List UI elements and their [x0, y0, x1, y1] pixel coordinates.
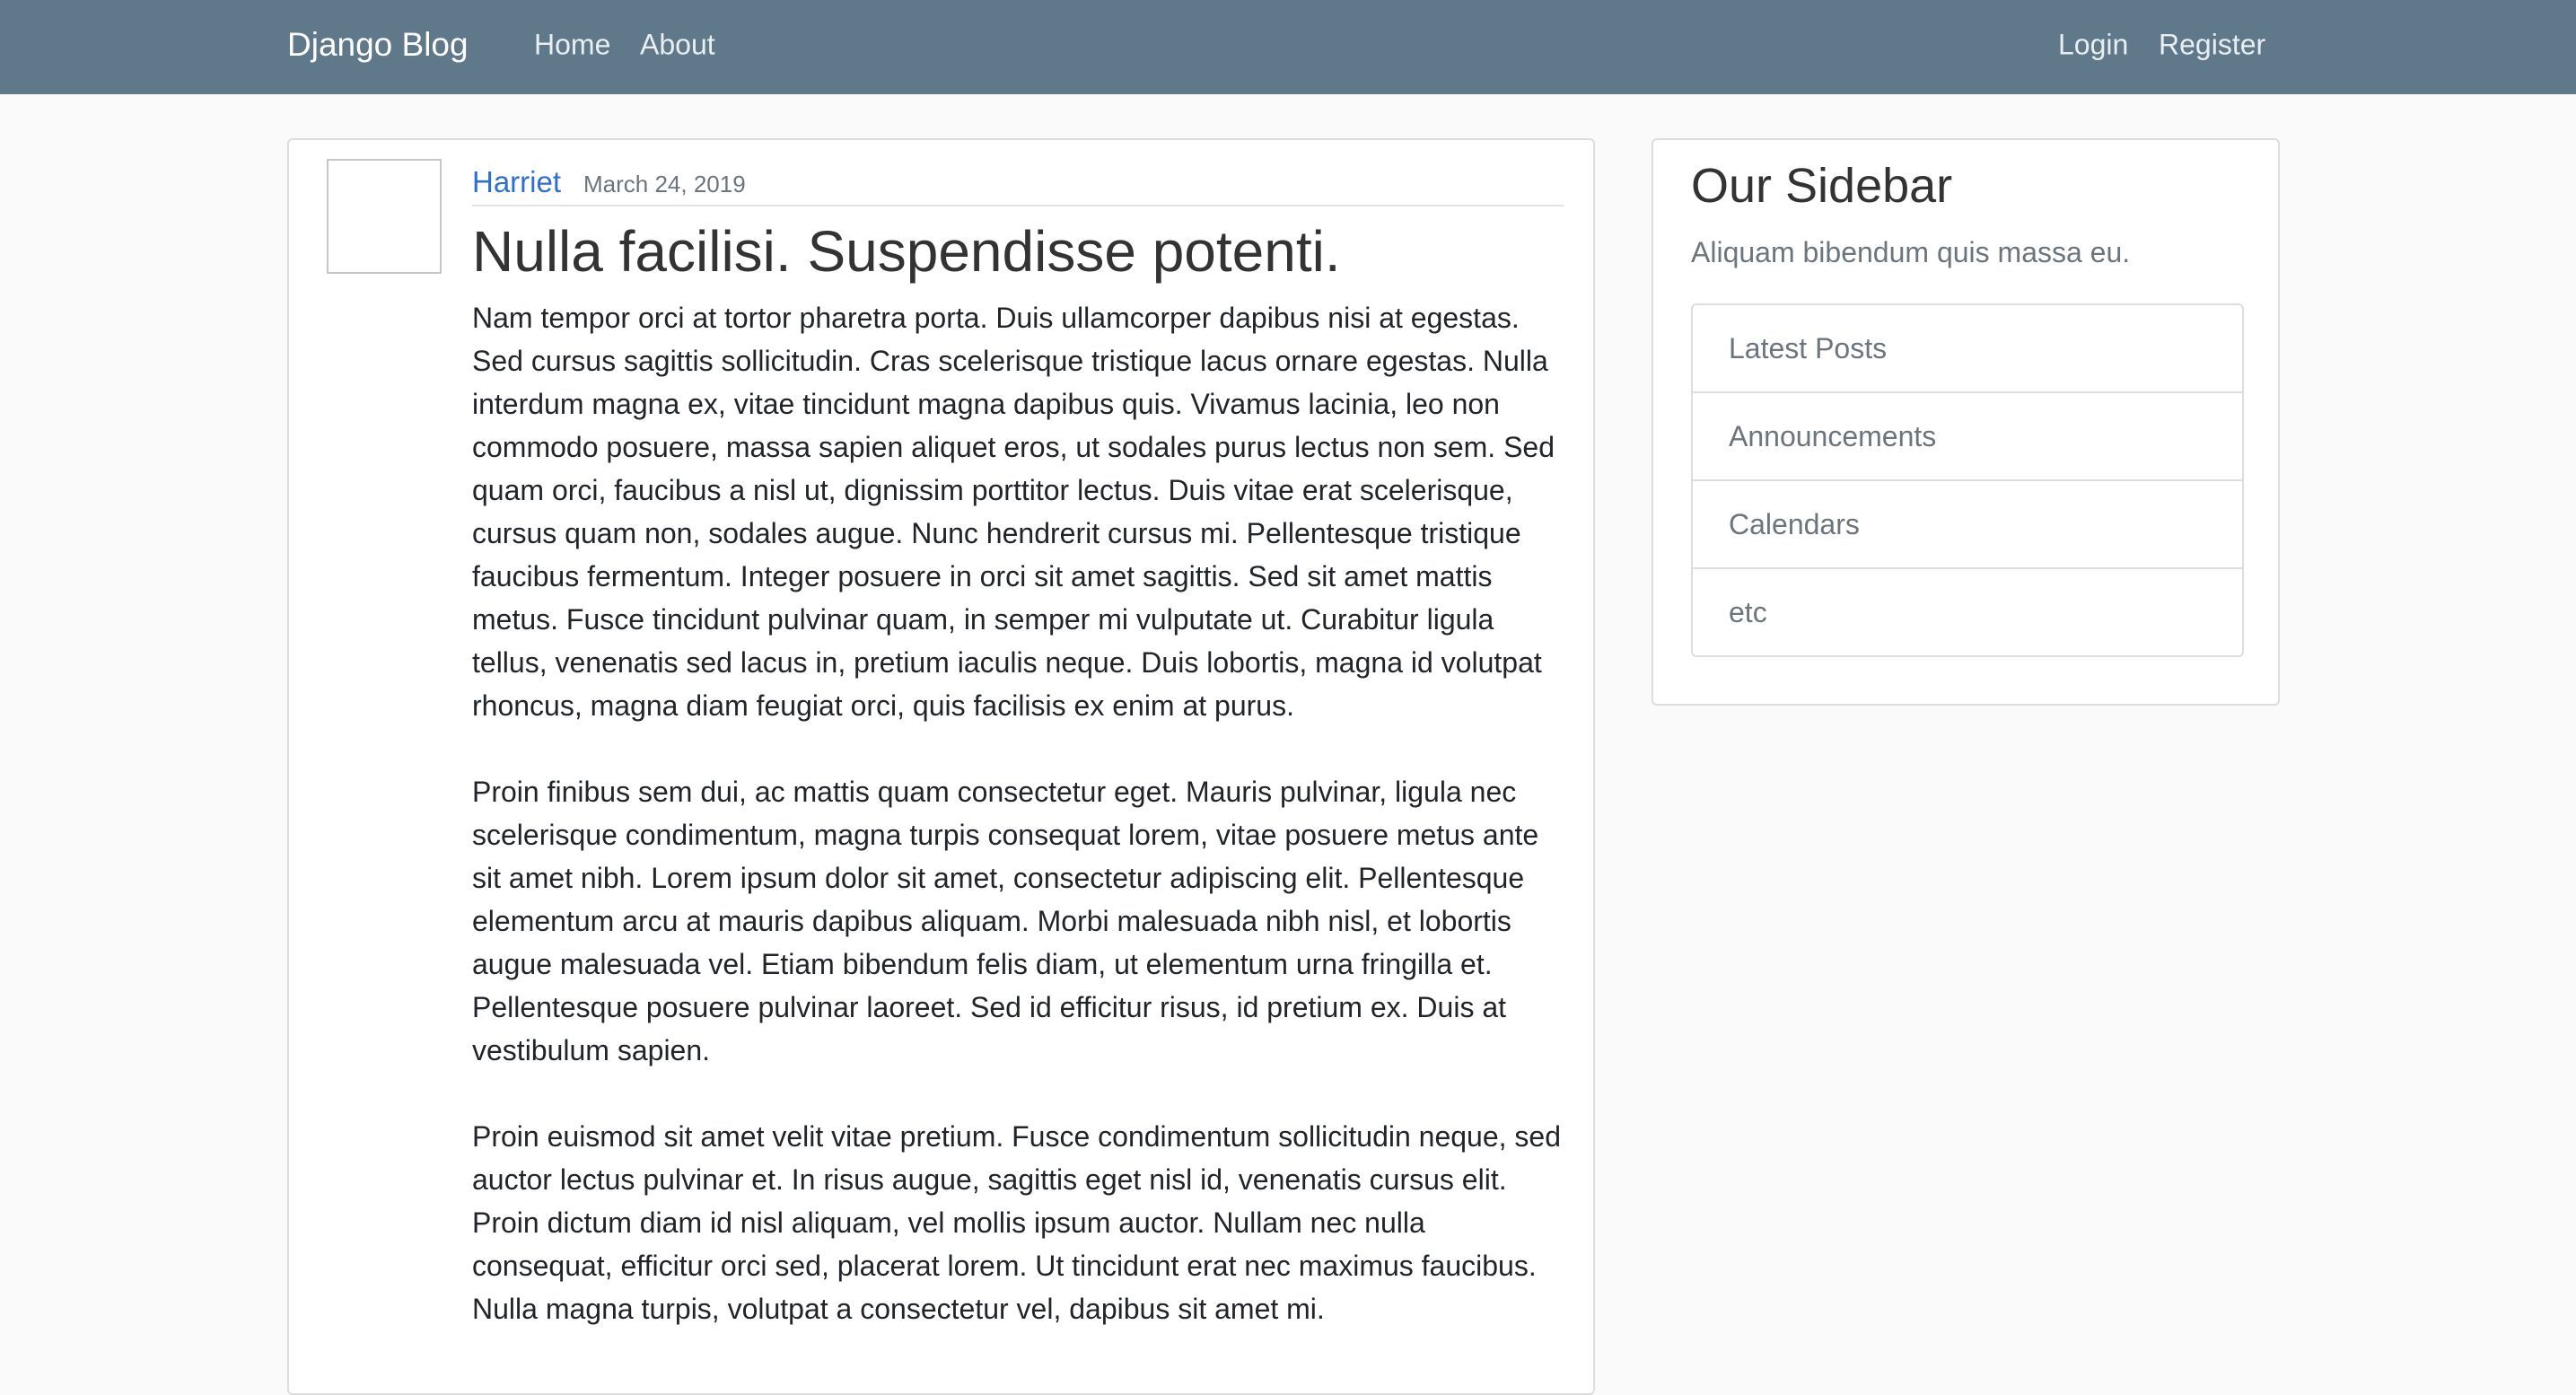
- post-content: Nam tempor orci at tortor pharetra porta…: [472, 296, 1573, 1373]
- nav-link-home[interactable]: Home: [534, 29, 610, 62]
- post-paragraph: Nam tempor orci at tortor pharetra porta…: [472, 302, 1555, 722]
- sidebar-description: Aliquam bibendum quis massa eu.: [1691, 236, 2131, 268]
- post-paragraph: Proin finibus sem dui, ac mattis quam co…: [472, 776, 1539, 1066]
- post-author-link[interactable]: Harriet: [472, 165, 561, 199]
- top-navbar: Django Blog Home About Login Register: [0, 0, 2576, 94]
- nav-link-register[interactable]: Register: [2159, 29, 2265, 62]
- sidebar: Our Sidebar Aliquam bibendum quis massa …: [1652, 138, 2280, 706]
- nav-link-login[interactable]: Login: [2058, 29, 2128, 62]
- post-date: March 24, 2019: [583, 171, 746, 197]
- meta-divider: [472, 205, 1564, 206]
- post-title[interactable]: Nulla facilisi. Suspendisse potenti.: [472, 215, 1585, 287]
- sidebar-item-latest-posts[interactable]: Latest Posts: [1693, 305, 2242, 391]
- sidebar-item-calendars[interactable]: Calendars: [1693, 479, 2242, 567]
- sidebar-item-etc[interactable]: etc: [1693, 567, 2242, 655]
- post-card: Harriet March 24, 2019 Nulla facilisi. S…: [287, 138, 1595, 1395]
- post-paragraph: Proin euismod sit amet velit vitae preti…: [472, 1120, 1562, 1325]
- sidebar-list: Latest Posts Announcements Calendars etc: [1691, 303, 2244, 657]
- nav-link-about[interactable]: About: [640, 29, 715, 62]
- sidebar-title: Our Sidebar: [1691, 159, 1953, 213]
- author-avatar: [327, 159, 442, 274]
- brand-link[interactable]: Django Blog: [287, 26, 469, 64]
- sidebar-item-announcements[interactable]: Announcements: [1693, 391, 2242, 479]
